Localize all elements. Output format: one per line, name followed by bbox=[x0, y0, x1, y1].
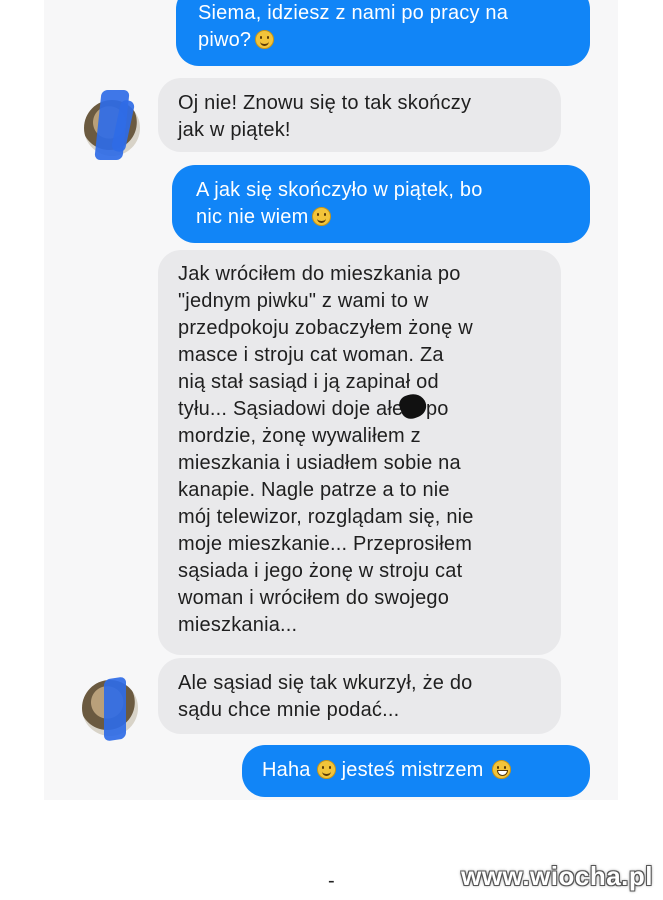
message-line: tyłu... Sąsiadowi doje ałem po bbox=[178, 398, 449, 420]
smile-emoji-icon bbox=[316, 760, 336, 779]
message-line: przedpokoju zobaczyłem żonę w bbox=[178, 317, 473, 339]
grin-emoji-icon bbox=[312, 207, 332, 226]
incoming-message[interactable]: Jak wróciłem do mieszkania po "jednym pi… bbox=[158, 250, 561, 655]
message-line: jak w piątek! bbox=[178, 119, 291, 141]
message-line: jesteś mistrzem bbox=[341, 759, 484, 781]
message-line: Ale sąsiad się tak wkurzył, że do bbox=[178, 672, 473, 694]
incoming-message[interactable]: Oj nie! Znowu się to tak skończy jak w p… bbox=[158, 78, 561, 152]
message-line: sądu chce mnie podać... bbox=[178, 699, 400, 721]
message-line: nic nie wiem bbox=[196, 206, 309, 228]
message-line: woman i wróciłem do swojego bbox=[178, 587, 450, 609]
separator-dash: - bbox=[328, 870, 335, 892]
message-line: mordzie, żonę wywaliłem z bbox=[178, 425, 421, 447]
message-line: moje mieszkanie... Przeprosiłem bbox=[178, 533, 473, 555]
message-line: nią stał sasiąd i ją zapinał od bbox=[178, 371, 439, 393]
message-line: Jak wróciłem do mieszkania po bbox=[178, 263, 461, 285]
message-line: masce i stroju cat woman. Za bbox=[178, 344, 444, 366]
incoming-message[interactable]: Ale sąsiad się tak wkurzył, że do sądu c… bbox=[158, 658, 561, 734]
contact-avatar[interactable] bbox=[84, 90, 140, 160]
censor-scribble bbox=[104, 676, 126, 742]
outgoing-message[interactable]: Siema, idziesz z nami po pracy na piwo? bbox=[176, 0, 590, 66]
smile-emoji-icon bbox=[255, 30, 275, 49]
message-line: piwo? bbox=[198, 29, 252, 51]
message-line: kanapie. Nagle patrze a to nie bbox=[178, 479, 450, 501]
message-line: A jak się skończyło w piątek, bo bbox=[196, 179, 483, 201]
message-line: Haha bbox=[262, 759, 311, 781]
laughing-emoji-icon bbox=[491, 760, 511, 779]
outgoing-message[interactable]: Haha jesteś mistrzem bbox=[242, 745, 590, 797]
message-line: mój telewizor, rozglądam się, nie bbox=[178, 506, 474, 528]
message-line: "jednym piwku" z wami to w bbox=[178, 290, 429, 312]
message-line: Siema, idziesz z nami po pracy na bbox=[198, 2, 509, 24]
message-line: Oj nie! Znowu się to tak skończy bbox=[178, 92, 472, 114]
message-line: mieszkania i usiadłem sobie na bbox=[178, 452, 461, 474]
message-line: sąsiada i jego żonę w stroju cat bbox=[178, 560, 463, 582]
message-line: mieszkania... bbox=[178, 614, 298, 636]
outgoing-message[interactable]: A jak się skończyło w piątek, bo nic nie… bbox=[172, 165, 590, 243]
watermark-logo: www.wiocha.pl bbox=[461, 861, 653, 891]
contact-avatar[interactable] bbox=[82, 676, 138, 742]
